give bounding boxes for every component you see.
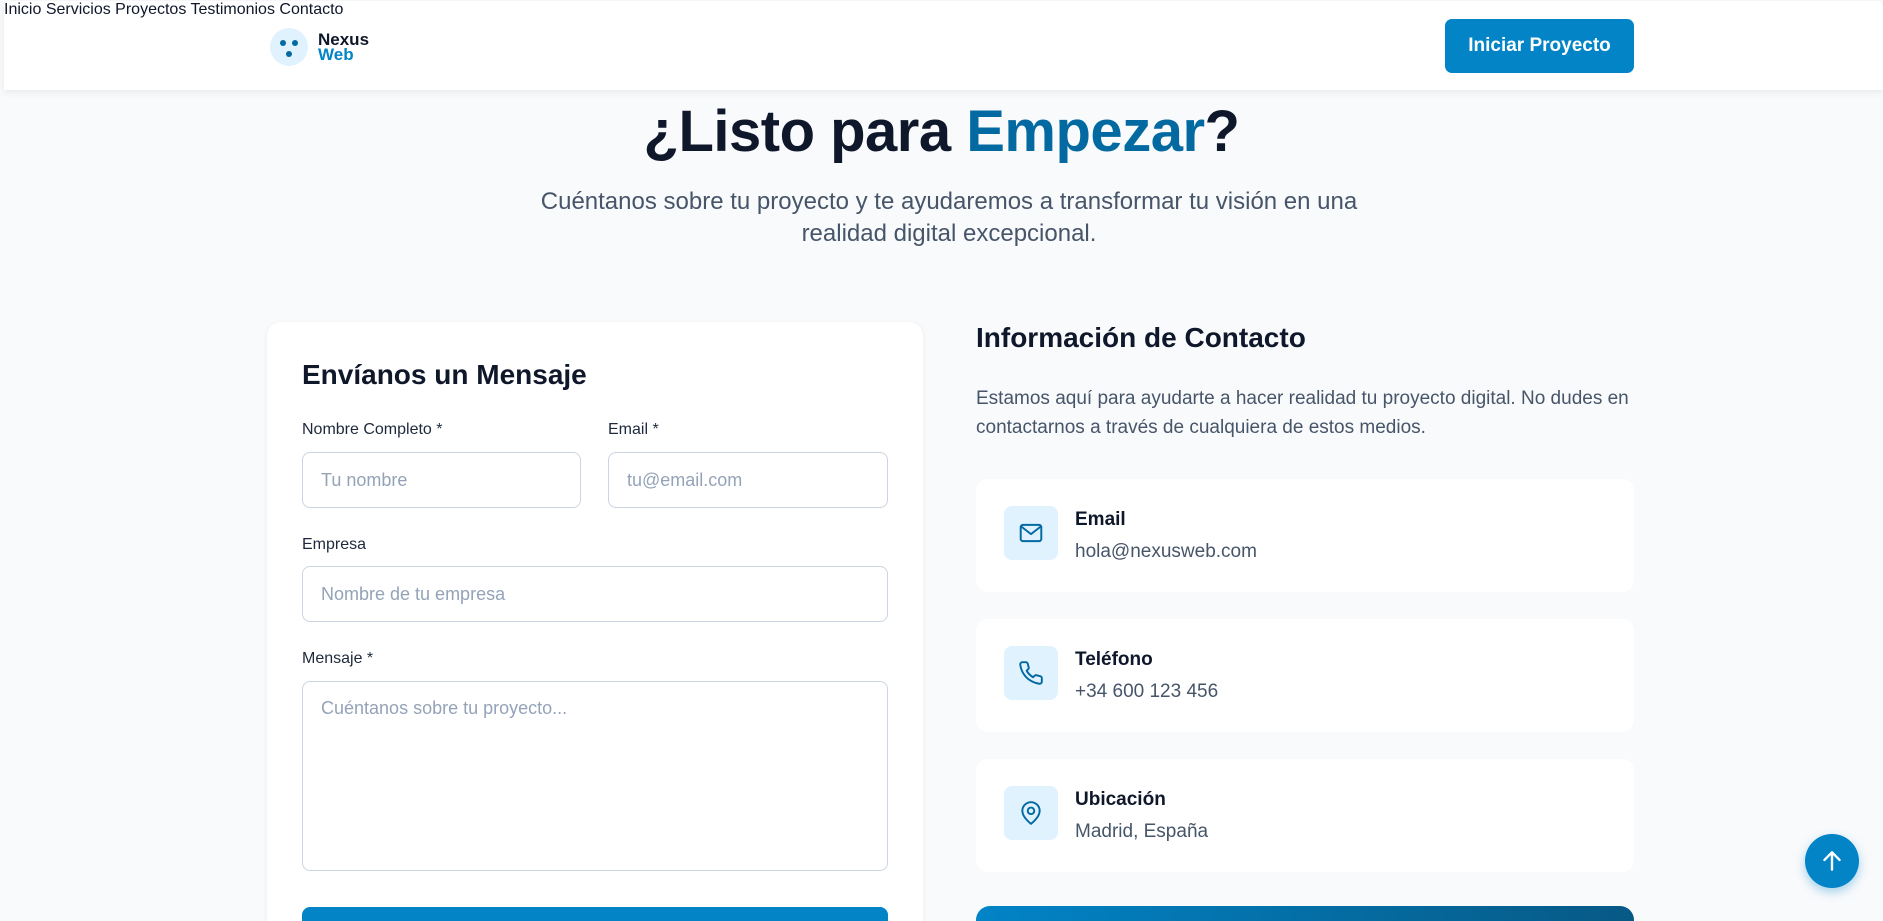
form-title: Envíanos un Mensaje [302,359,587,390]
name-input[interactable] [302,452,581,508]
mail-icon [1004,506,1058,560]
contact-item-value[interactable]: +34 600 123 456 [1075,681,1218,703]
nav-link-proyectos[interactable]: Proyectos [115,1,186,18]
submit-button[interactable] [302,907,888,921]
page-title: ¿Listo para Empezar? [0,98,1883,165]
contact-form-card: Envíanos un Mensaje Nombre Completo * Em… [267,322,923,921]
contact-item-value: Madrid, España [1075,821,1209,842]
nav-link-inicio[interactable]: Inicio [4,1,41,18]
email-input[interactable] [608,452,888,508]
company-label: Empresa [302,536,367,553]
contact-item-label: Teléfono [1075,649,1153,670]
cta-banner [976,906,1634,921]
email-label: Email * [608,421,659,438]
contact-item-location: Ubicación Madrid, España [976,759,1634,872]
contact-item-phone: Teléfono +34 600 123 456 [976,619,1634,732]
logo-text: Nexus Web [318,31,369,64]
logo-text-line2: Web [318,45,354,64]
nav-link-contacto[interactable]: Contacto [279,1,343,18]
contact-item-value[interactable]: hola@nexusweb.com [1075,541,1257,563]
message-label: Mensaje * [302,650,374,667]
site-header: Nexus Web Inicio Servicios Proyectos Tes… [4,1,1883,90]
map-pin-icon [1004,786,1058,840]
logo[interactable]: Nexus Web [270,27,369,67]
scroll-to-top-button[interactable] [1805,834,1859,888]
title-accent: Empezar [966,99,1205,164]
logo-dots-icon [270,28,308,66]
phone-icon [1004,646,1058,700]
start-project-button[interactable]: Iniciar Proyecto [1445,19,1634,73]
nav-link-servicios[interactable]: Servicios [46,1,111,18]
contact-info-description: Estamos aquí para ayudarte a hacer reali… [976,388,1629,438]
contact-item-email: Email hola@nexusweb.com [976,479,1634,592]
message-textarea[interactable] [302,681,888,871]
arrow-up-icon [1823,851,1841,871]
nav-link-testimonios[interactable]: Testimonios [190,1,274,18]
title-end: ? [1204,99,1240,164]
company-input[interactable] [302,566,888,622]
title-start: ¿Listo para [643,99,967,164]
contact-info-title: Información de Contacto [976,322,1306,353]
page-subtitle: Cuéntanos sobre tu proyecto y te ayudare… [540,188,1358,247]
name-label: Nombre Completo * [302,421,443,438]
contact-item-label: Email [1075,509,1126,530]
contact-item-label: Ubicación [1075,789,1166,810]
